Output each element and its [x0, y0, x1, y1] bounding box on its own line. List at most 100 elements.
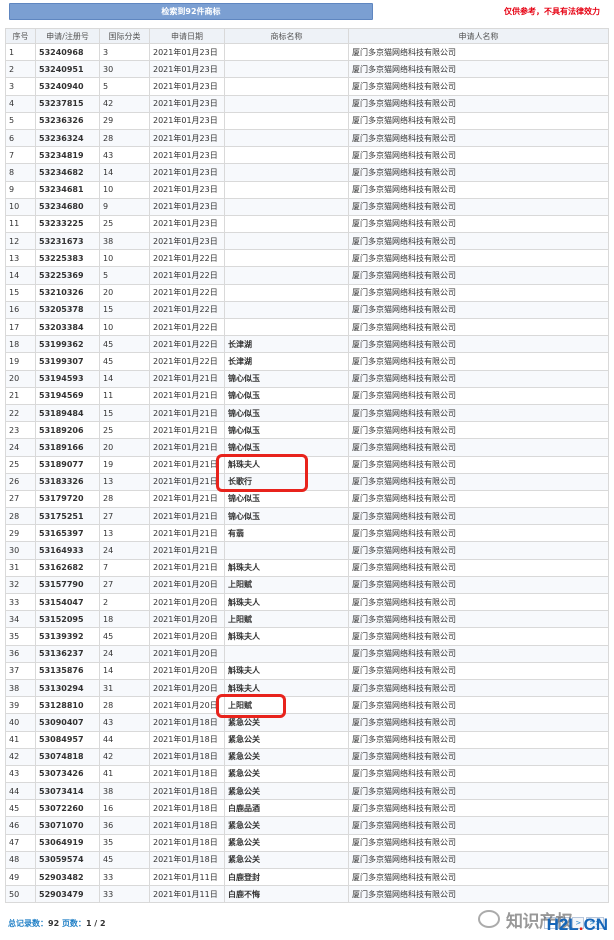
cell-reg-number[interactable]: 53179720	[35, 489, 100, 509]
cell-date: 2021年01月21日	[149, 507, 225, 526]
cell-reg-number[interactable]: 53210326	[35, 283, 100, 302]
cell-reg-number[interactable]: 53189206	[35, 421, 100, 440]
cell-reg-number[interactable]: 53130294	[35, 678, 100, 698]
cell-trademark-name[interactable]: 长歌行	[224, 472, 349, 491]
cell-reg-number[interactable]: 53175251	[35, 507, 100, 526]
cell-trademark-name[interactable]: 锦心似玉	[224, 421, 349, 440]
cell-reg-number[interactable]: 53183326	[35, 472, 100, 491]
cell-reg-number[interactable]: 53152095	[35, 610, 100, 629]
cell-reg-number[interactable]: 53157790	[35, 575, 100, 595]
cell-trademark-name[interactable]: 紧急公关	[224, 747, 349, 766]
cell-trademark-name	[224, 317, 349, 337]
cell-reg-number[interactable]: 53234681	[35, 180, 100, 199]
cell-trademark-name[interactable]: 上阳赋	[224, 610, 349, 629]
cell-trademark-name[interactable]: 锦心似玉	[224, 438, 349, 457]
cell-reg-number[interactable]: 53236326	[35, 111, 100, 130]
cell-trademark-name[interactable]: 白鹿品酒	[224, 799, 349, 818]
cell-reg-number[interactable]: 53165397	[35, 524, 100, 543]
cell-reg-number[interactable]: 53073414	[35, 782, 100, 801]
cell-reg-number[interactable]: 53162682	[35, 558, 100, 577]
cell-trademark-name[interactable]: 紧急公关	[224, 730, 349, 749]
cell-trademark-name[interactable]: 长津湖	[224, 335, 349, 354]
cell-reg-number[interactable]: 53189484	[35, 403, 100, 423]
cell-trademark-name[interactable]: 白鹿不悔	[224, 885, 349, 904]
cell-index: 36	[5, 644, 36, 663]
cell-trademark-name[interactable]: 斛珠夫人	[224, 455, 349, 474]
cell-index: 31	[5, 558, 36, 577]
cell-trademark-name[interactable]: 上阳赋	[224, 575, 349, 595]
cell-reg-number[interactable]: 53071070	[35, 816, 100, 835]
cell-reg-number[interactable]: 53205378	[35, 300, 100, 320]
cell-reg-number[interactable]: 53139392	[35, 627, 100, 646]
cell-trademark-name[interactable]: 紧急公关	[224, 713, 349, 732]
cell-reg-number[interactable]: 53231673	[35, 232, 100, 251]
cell-reg-number[interactable]: 53128810	[35, 696, 100, 715]
cell-trademark-name[interactable]: 锦心似玉	[224, 369, 349, 388]
cell-trademark-name[interactable]: 紧急公关	[224, 833, 349, 852]
cell-trademark-name[interactable]: 锦心似玉	[224, 403, 349, 423]
cell-date: 2021年01月22日	[149, 283, 225, 302]
cell-reg-number[interactable]: 52903479	[35, 885, 100, 904]
cell-applicant: 厦门多京猫网络科技有限公司	[348, 507, 609, 526]
cell-trademark-name[interactable]: 锦心似玉	[224, 489, 349, 509]
cell-reg-number[interactable]: 53189077	[35, 455, 100, 474]
cell-reg-number[interactable]: 53199307	[35, 352, 100, 371]
cell-class: 43	[99, 713, 150, 732]
table-row: 37 53135876 14 2021年01月20日 斛珠夫人 厦门多京猫网络科技有限公司	[5, 661, 609, 680]
cell-index: 22	[5, 403, 36, 423]
cell-reg-number[interactable]: 53164933	[35, 541, 100, 560]
cell-reg-number[interactable]: 53234819	[35, 146, 100, 165]
cell-reg-number[interactable]: 53225369	[35, 266, 100, 285]
cell-trademark-name[interactable]: 斛珠夫人	[224, 592, 349, 612]
cell-trademark-name[interactable]: 长津湖	[224, 352, 349, 371]
cell-reg-number[interactable]: 53199362	[35, 335, 100, 354]
cell-trademark-name[interactable]: 斛珠夫人	[224, 678, 349, 698]
cell-class: 25	[99, 214, 150, 234]
page-link[interactable]: >>	[586, 917, 604, 929]
cell-trademark-name[interactable]: 锦心似玉	[224, 507, 349, 526]
cell-trademark-name[interactable]: 紧急公关	[224, 816, 349, 835]
cell-reg-number[interactable]: 53064919	[35, 833, 100, 852]
page-link[interactable]: 2	[558, 917, 571, 929]
cell-reg-number[interactable]: 53074818	[35, 747, 100, 766]
cell-trademark-name[interactable]: 斛珠夫人	[224, 627, 349, 646]
cell-index: 34	[5, 610, 36, 629]
cell-trademark-name[interactable]: 紧急公关	[224, 782, 349, 801]
cell-reg-number[interactable]: 53240968	[35, 42, 100, 62]
cell-trademark-name[interactable]: 紧急公关	[224, 850, 349, 870]
cell-reg-number[interactable]: 53234680	[35, 197, 100, 216]
cell-trademark-name[interactable]: 斛珠夫人	[224, 661, 349, 680]
cell-reg-number[interactable]: 53194569	[35, 386, 100, 405]
cell-reg-number[interactable]: 53189166	[35, 438, 100, 457]
cell-reg-number[interactable]: 53240940	[35, 77, 100, 96]
cell-reg-number[interactable]: 53194593	[35, 369, 100, 388]
cell-applicant: 厦门多京猫网络科技有限公司	[348, 266, 609, 285]
cell-reg-number[interactable]: 53236324	[35, 128, 100, 148]
page-link[interactable]: >	[572, 917, 585, 929]
cell-reg-number[interactable]: 53237815	[35, 94, 100, 113]
cell-trademark-name	[224, 163, 349, 182]
cell-reg-number[interactable]: 53084957	[35, 730, 100, 749]
page-link[interactable]: 1	[544, 917, 557, 929]
cell-trademark-name[interactable]: 上阳赋	[224, 696, 349, 715]
table-row: 21 53194569 11 2021年01月21日 锦心似玉 厦门多京猫网络科技有限公司	[5, 386, 609, 405]
cell-reg-number[interactable]: 53203384	[35, 317, 100, 337]
cell-trademark-name[interactable]: 白鹿登封	[224, 867, 349, 887]
cell-trademark-name[interactable]: 锦心似玉	[224, 386, 349, 405]
cell-reg-number[interactable]: 53072260	[35, 799, 100, 818]
cell-trademark-name[interactable]: 斛珠夫人	[224, 558, 349, 577]
cell-reg-number[interactable]: 53225383	[35, 249, 100, 268]
cell-reg-number[interactable]: 53136237	[35, 644, 100, 663]
cell-reg-number[interactable]: 53233225	[35, 214, 100, 234]
cell-trademark-name[interactable]: 有翡	[224, 524, 349, 543]
cell-reg-number[interactable]: 53154047	[35, 592, 100, 612]
cell-reg-number[interactable]: 53073426	[35, 764, 100, 784]
cell-reg-number[interactable]: 53234682	[35, 163, 100, 182]
cell-reg-number[interactable]: 53135876	[35, 661, 100, 680]
cell-reg-number[interactable]: 53240951	[35, 60, 100, 79]
cell-trademark-name[interactable]: 紧急公关	[224, 764, 349, 784]
cell-reg-number[interactable]: 52903482	[35, 867, 100, 887]
cell-reg-number[interactable]: 53090407	[35, 713, 100, 732]
cell-reg-number[interactable]: 53059574	[35, 850, 100, 870]
search-results-button[interactable]: 检索到92件商标	[9, 3, 373, 20]
